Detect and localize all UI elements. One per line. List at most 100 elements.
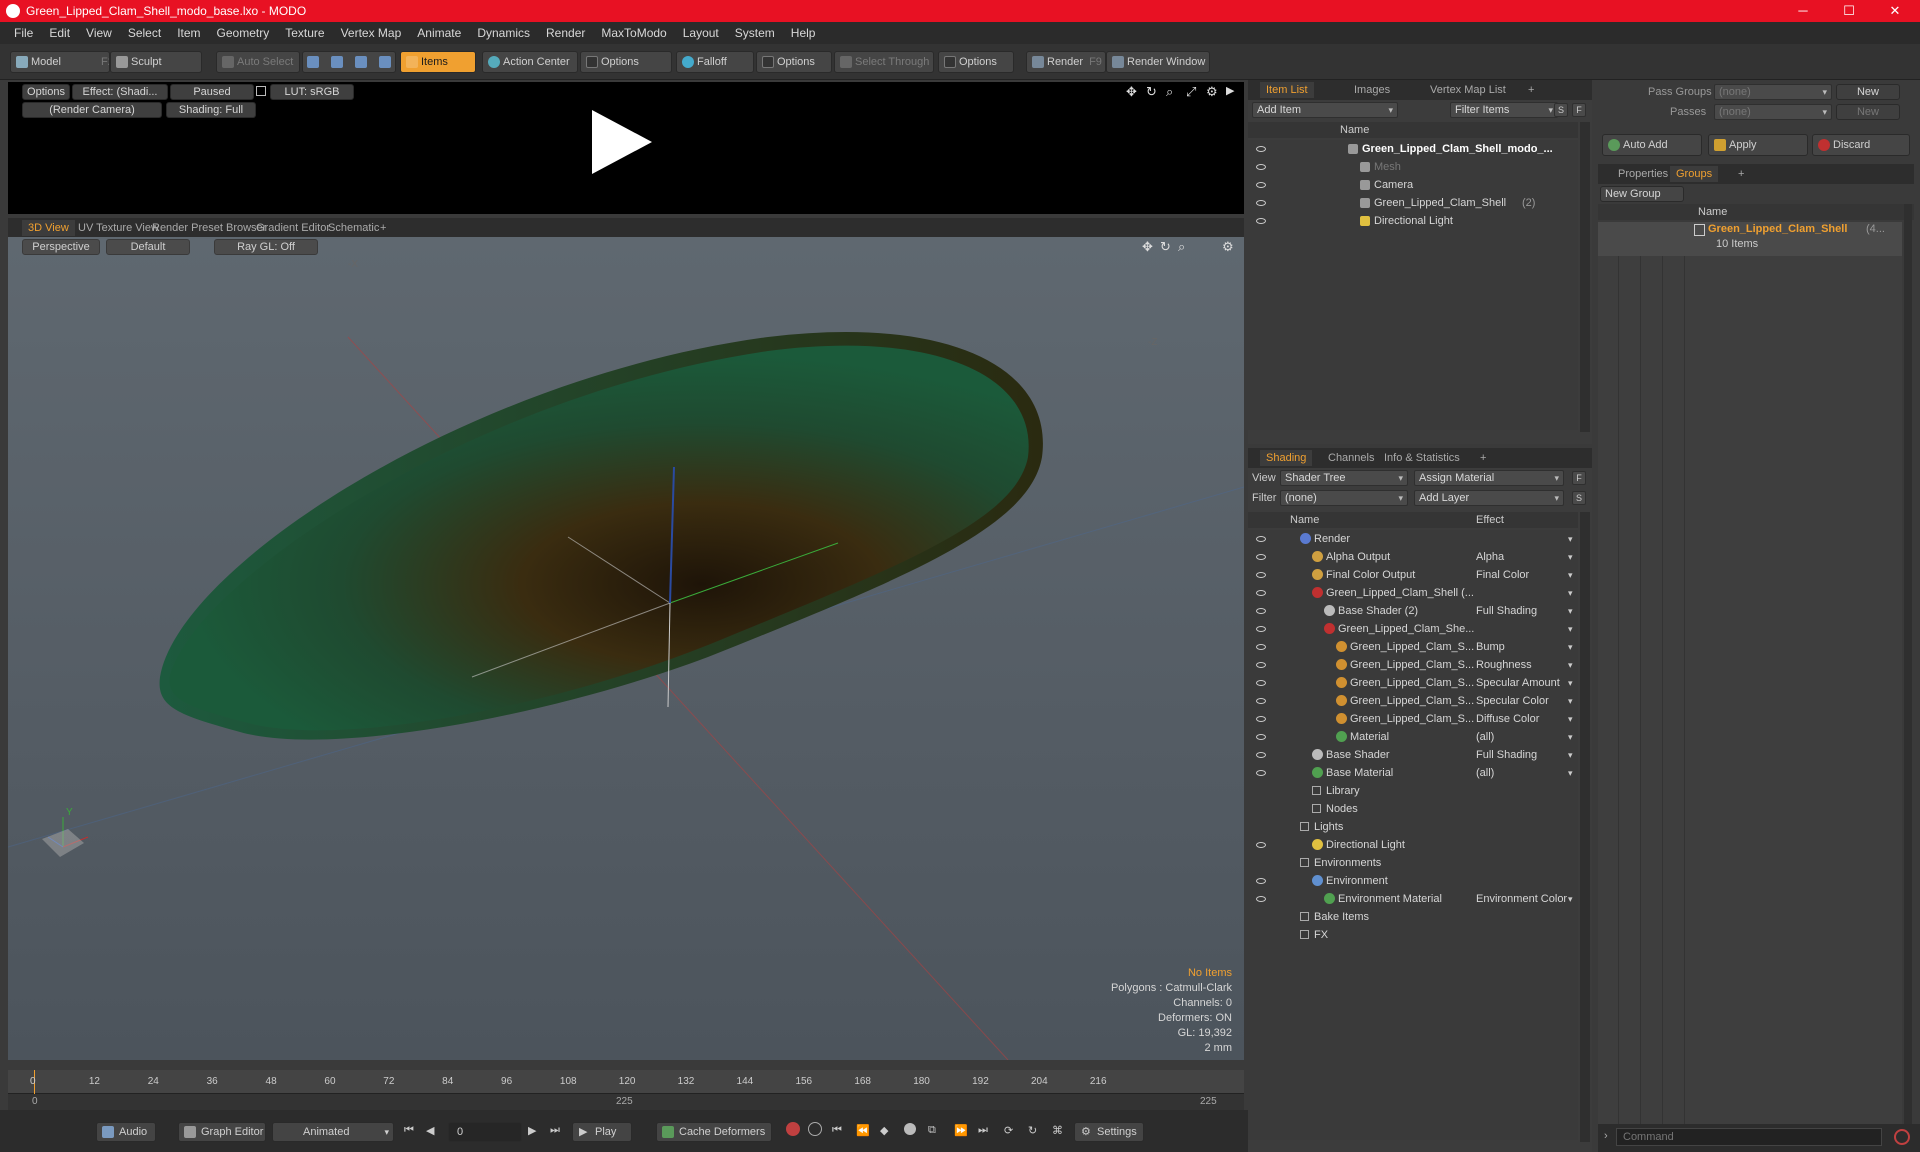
tab-vertex-map-list[interactable]: Vertex Map List [1424,82,1512,98]
effect-chevron-down-icon[interactable]: ▾ [1568,656,1573,674]
visibility-eye-icon[interactable] [1256,554,1266,560]
animated-dropdown[interactable]: Animated ▾ [272,1122,394,1142]
shader-row[interactable]: Environments [1248,854,1578,872]
visibility-eye-icon[interactable] [1256,662,1266,668]
item-row[interactable]: Green_Lipped_Clam_Shell (2) [1248,194,1578,212]
edges-mode-icon[interactable] [331,56,343,68]
visibility-eye-icon[interactable] [1256,734,1266,740]
visibility-eye-icon[interactable] [1256,608,1266,614]
shader-row[interactable]: Base Shader Full Shading ▾ [1248,746,1578,764]
shader-row[interactable]: Green_Lipped_Clam_S... Roughness ▾ [1248,656,1578,674]
panel-menu-icon[interactable]: ▶ [1226,84,1234,97]
falloff-button[interactable]: Falloff [676,51,754,73]
materials-mode-icon[interactable] [379,56,391,68]
auto-select-button[interactable]: Auto Select [216,51,300,73]
visibility-eye-icon[interactable] [1256,146,1266,152]
action-center-button[interactable]: Action Center [482,51,578,73]
menu-dynamics[interactable]: Dynamics [469,26,538,40]
menu-layout[interactable]: Layout [675,26,727,40]
model-mode-button[interactable]: ModelF2 [10,51,110,73]
shader-effect-dropdown[interactable]: Full Shading [1476,602,1572,620]
paused-button[interactable]: Paused [170,84,254,100]
shader-row[interactable]: Bake Items [1248,908,1578,926]
menu-item[interactable]: Item [169,26,208,40]
shader-effect-dropdown[interactable]: Roughness [1476,656,1572,674]
command-input[interactable] [1616,1128,1882,1146]
tab-3d-view[interactable]: 3D View [22,220,75,236]
shader-row[interactable]: Environment Material Environment Color ▾ [1248,890,1578,908]
tab-channels[interactable]: Channels [1322,450,1380,466]
effect-chevron-down-icon[interactable]: ▾ [1568,566,1573,584]
visibility-eye-icon[interactable] [1256,590,1266,596]
shader-row[interactable]: Green_Lipped_Clam_S... Bump ▾ [1248,638,1578,656]
graph-editor-button[interactable]: Graph Editor [178,1122,266,1142]
settings-button[interactable]: ⚙ Settings [1074,1122,1144,1142]
close-button[interactable]: ✕ [1872,0,1918,22]
shader-row[interactable]: FX [1248,926,1578,944]
menu-texture[interactable]: Texture [277,26,332,40]
next-frame-key-icon[interactable]: ⏩ [954,1124,968,1137]
visibility-eye-icon[interactable] [1256,182,1266,188]
shader-effect-dropdown[interactable]: (all) [1476,764,1572,782]
group-row[interactable]: Green_Lipped_Clam_Shell (4... 10 Items [1598,222,1902,256]
effect-chevron-down-icon[interactable]: ▾ [1568,692,1573,710]
shader-row[interactable]: Green_Lipped_Clam_Shell (... ▾ [1248,584,1578,602]
tab-groups[interactable]: Groups [1670,166,1719,182]
item-row[interactable]: Green_Lipped_Clam_Shell_modo_... [1248,140,1578,158]
items-mode-button[interactable]: Items [400,51,476,73]
prev-frame-key-icon[interactable]: ⏪ [856,1124,870,1137]
shader-effect-dropdown[interactable]: Bump [1476,638,1572,656]
snap-icon[interactable]: ⌘ [1052,1124,1063,1137]
pass-groups-dropdown[interactable]: (none) [1714,84,1832,100]
add-item-dropdown[interactable]: Add Item [1252,102,1398,118]
select-through-button[interactable]: Select Through [834,51,934,73]
filter-dropdown[interactable]: (none) [1280,490,1408,506]
timeline[interactable]: 0 225 225 0 12 24 36 48 60 72 84 96 108 120 132 144 1… [8,1070,1244,1110]
item-row[interactable]: Directional Light [1248,212,1578,230]
visibility-eye-icon[interactable] [1256,716,1266,722]
new-pass-button[interactable]: New [1836,104,1900,120]
add-tab-icon[interactable]: + [1522,82,1540,98]
rotate-view-icon[interactable]: ↻ [1146,84,1157,100]
zoom-view-icon[interactable]: ⌕ [1166,84,1173,100]
shading-f-button[interactable]: F [1572,471,1586,485]
filter-f-button[interactable]: F [1572,103,1586,117]
visibility-eye-icon[interactable] [1256,896,1266,902]
channel-icon[interactable]: ⟳ [1004,1124,1013,1137]
menu-maxtomodo[interactable]: MaxToModo [593,26,674,40]
shader-row[interactable]: Alpha Output Alpha ▾ [1248,548,1578,566]
effect-chevron-down-icon[interactable]: ▾ [1568,602,1573,620]
next-key-icon[interactable]: ⏭ [978,1124,988,1137]
menu-edit[interactable]: Edit [41,26,78,40]
visibility-eye-icon[interactable] [1256,164,1266,170]
menu-select[interactable]: Select [120,26,169,40]
add-layer-dropdown[interactable]: Add Layer [1414,490,1564,506]
record-icon[interactable] [786,1122,800,1136]
render-camera-dropdown[interactable]: (Render Camera) [22,102,162,118]
auto-add-button[interactable]: Auto Add [1602,134,1702,156]
step-back-icon[interactable]: ◀ [426,1124,434,1137]
tab-info-statistics[interactable]: Info & Statistics [1378,450,1466,466]
item-row[interactable]: Camera [1248,176,1578,194]
effect-chevron-down-icon[interactable]: ▾ [1568,530,1573,548]
discard-button[interactable]: Discard [1812,134,1910,156]
shader-row[interactable]: Base Material (all) ▾ [1248,764,1578,782]
shading-dropdown[interactable]: Shading: Full [166,102,256,118]
visibility-eye-icon[interactable] [1256,752,1266,758]
effect-chevron-down-icon[interactable]: ▾ [1568,728,1573,746]
menu-file[interactable]: File [6,26,41,40]
apply-button[interactable]: Apply [1708,134,1808,156]
visibility-eye-icon[interactable] [1256,572,1266,578]
shading-s-button[interactable]: S [1572,491,1586,505]
visibility-eye-icon[interactable] [1256,680,1266,686]
filter-items-input[interactable]: Filter Items [1450,102,1558,118]
shader-effect-dropdown[interactable]: (all) [1476,728,1572,746]
render-window-button[interactable]: Render Window [1106,51,1210,73]
shader-row[interactable]: Green_Lipped_Clam_She... ▾ [1248,620,1578,638]
shader-effect-dropdown[interactable]: Alpha [1476,548,1572,566]
effect-chevron-down-icon[interactable]: ▾ [1568,620,1573,638]
shader-row[interactable]: Library [1248,782,1578,800]
skip-end-icon[interactable]: ⏭ [550,1124,560,1137]
effect-chevron-down-icon[interactable]: ▾ [1568,764,1573,782]
maximize-view-icon[interactable]: ⤢ [1186,84,1196,100]
